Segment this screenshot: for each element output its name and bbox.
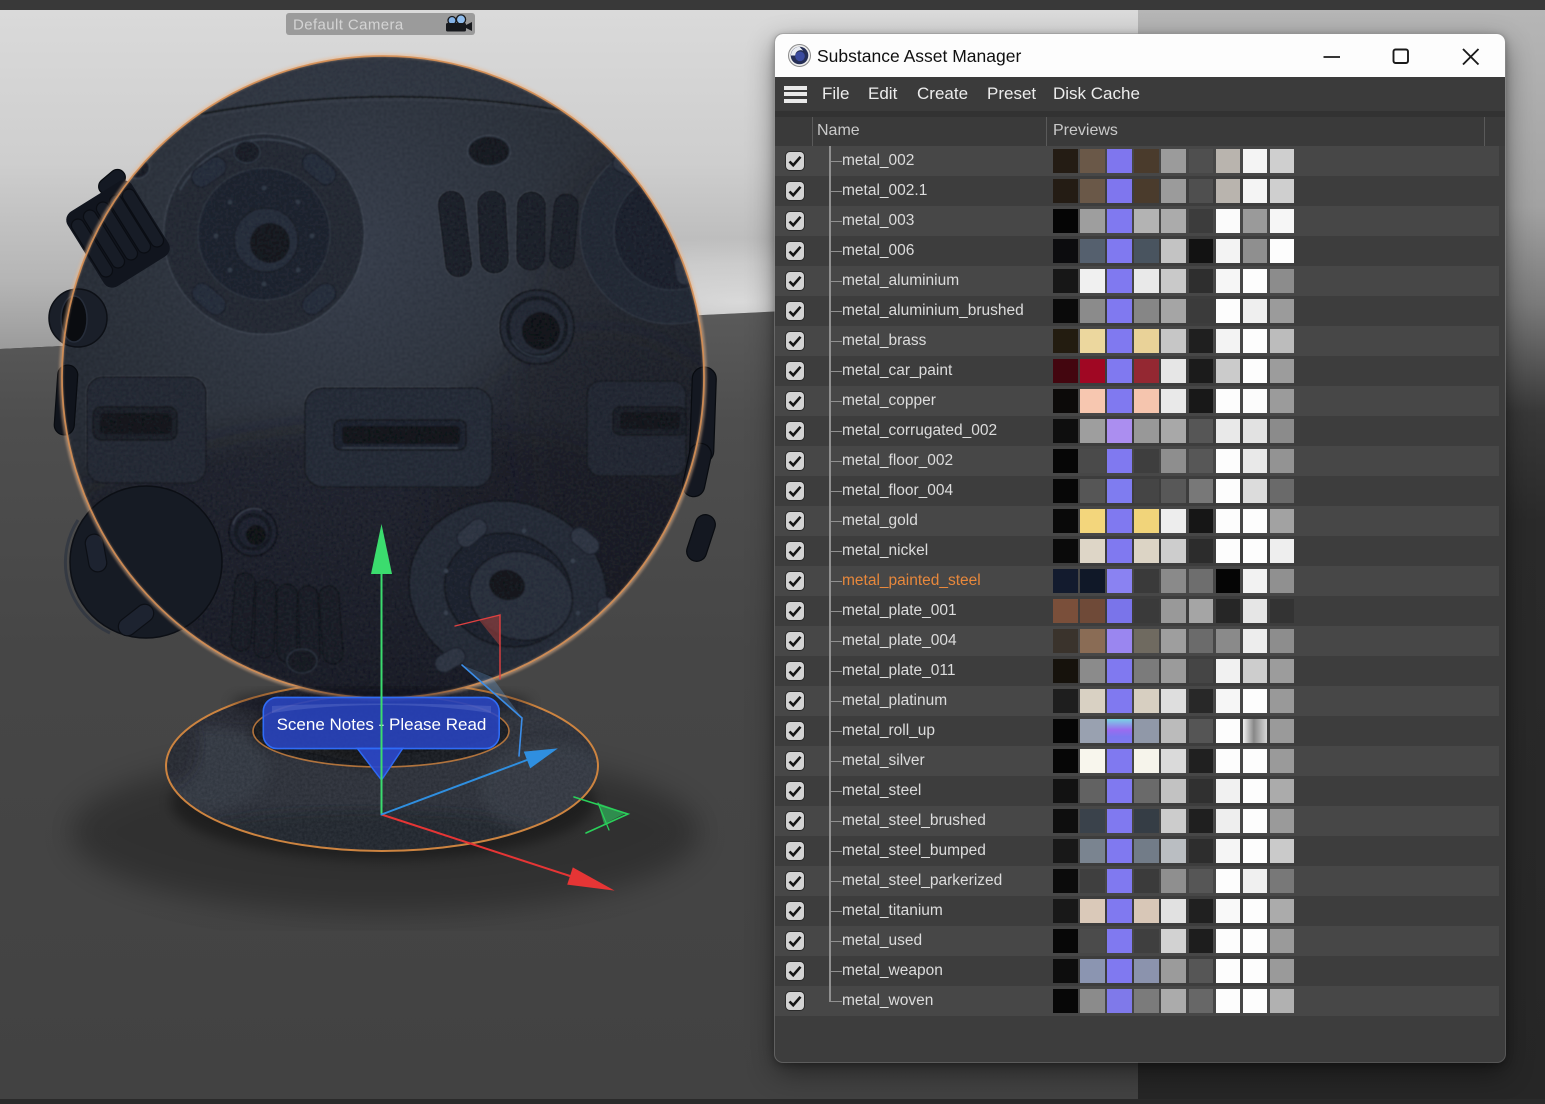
svg-text:Default Camera: Default Camera (293, 17, 404, 34)
